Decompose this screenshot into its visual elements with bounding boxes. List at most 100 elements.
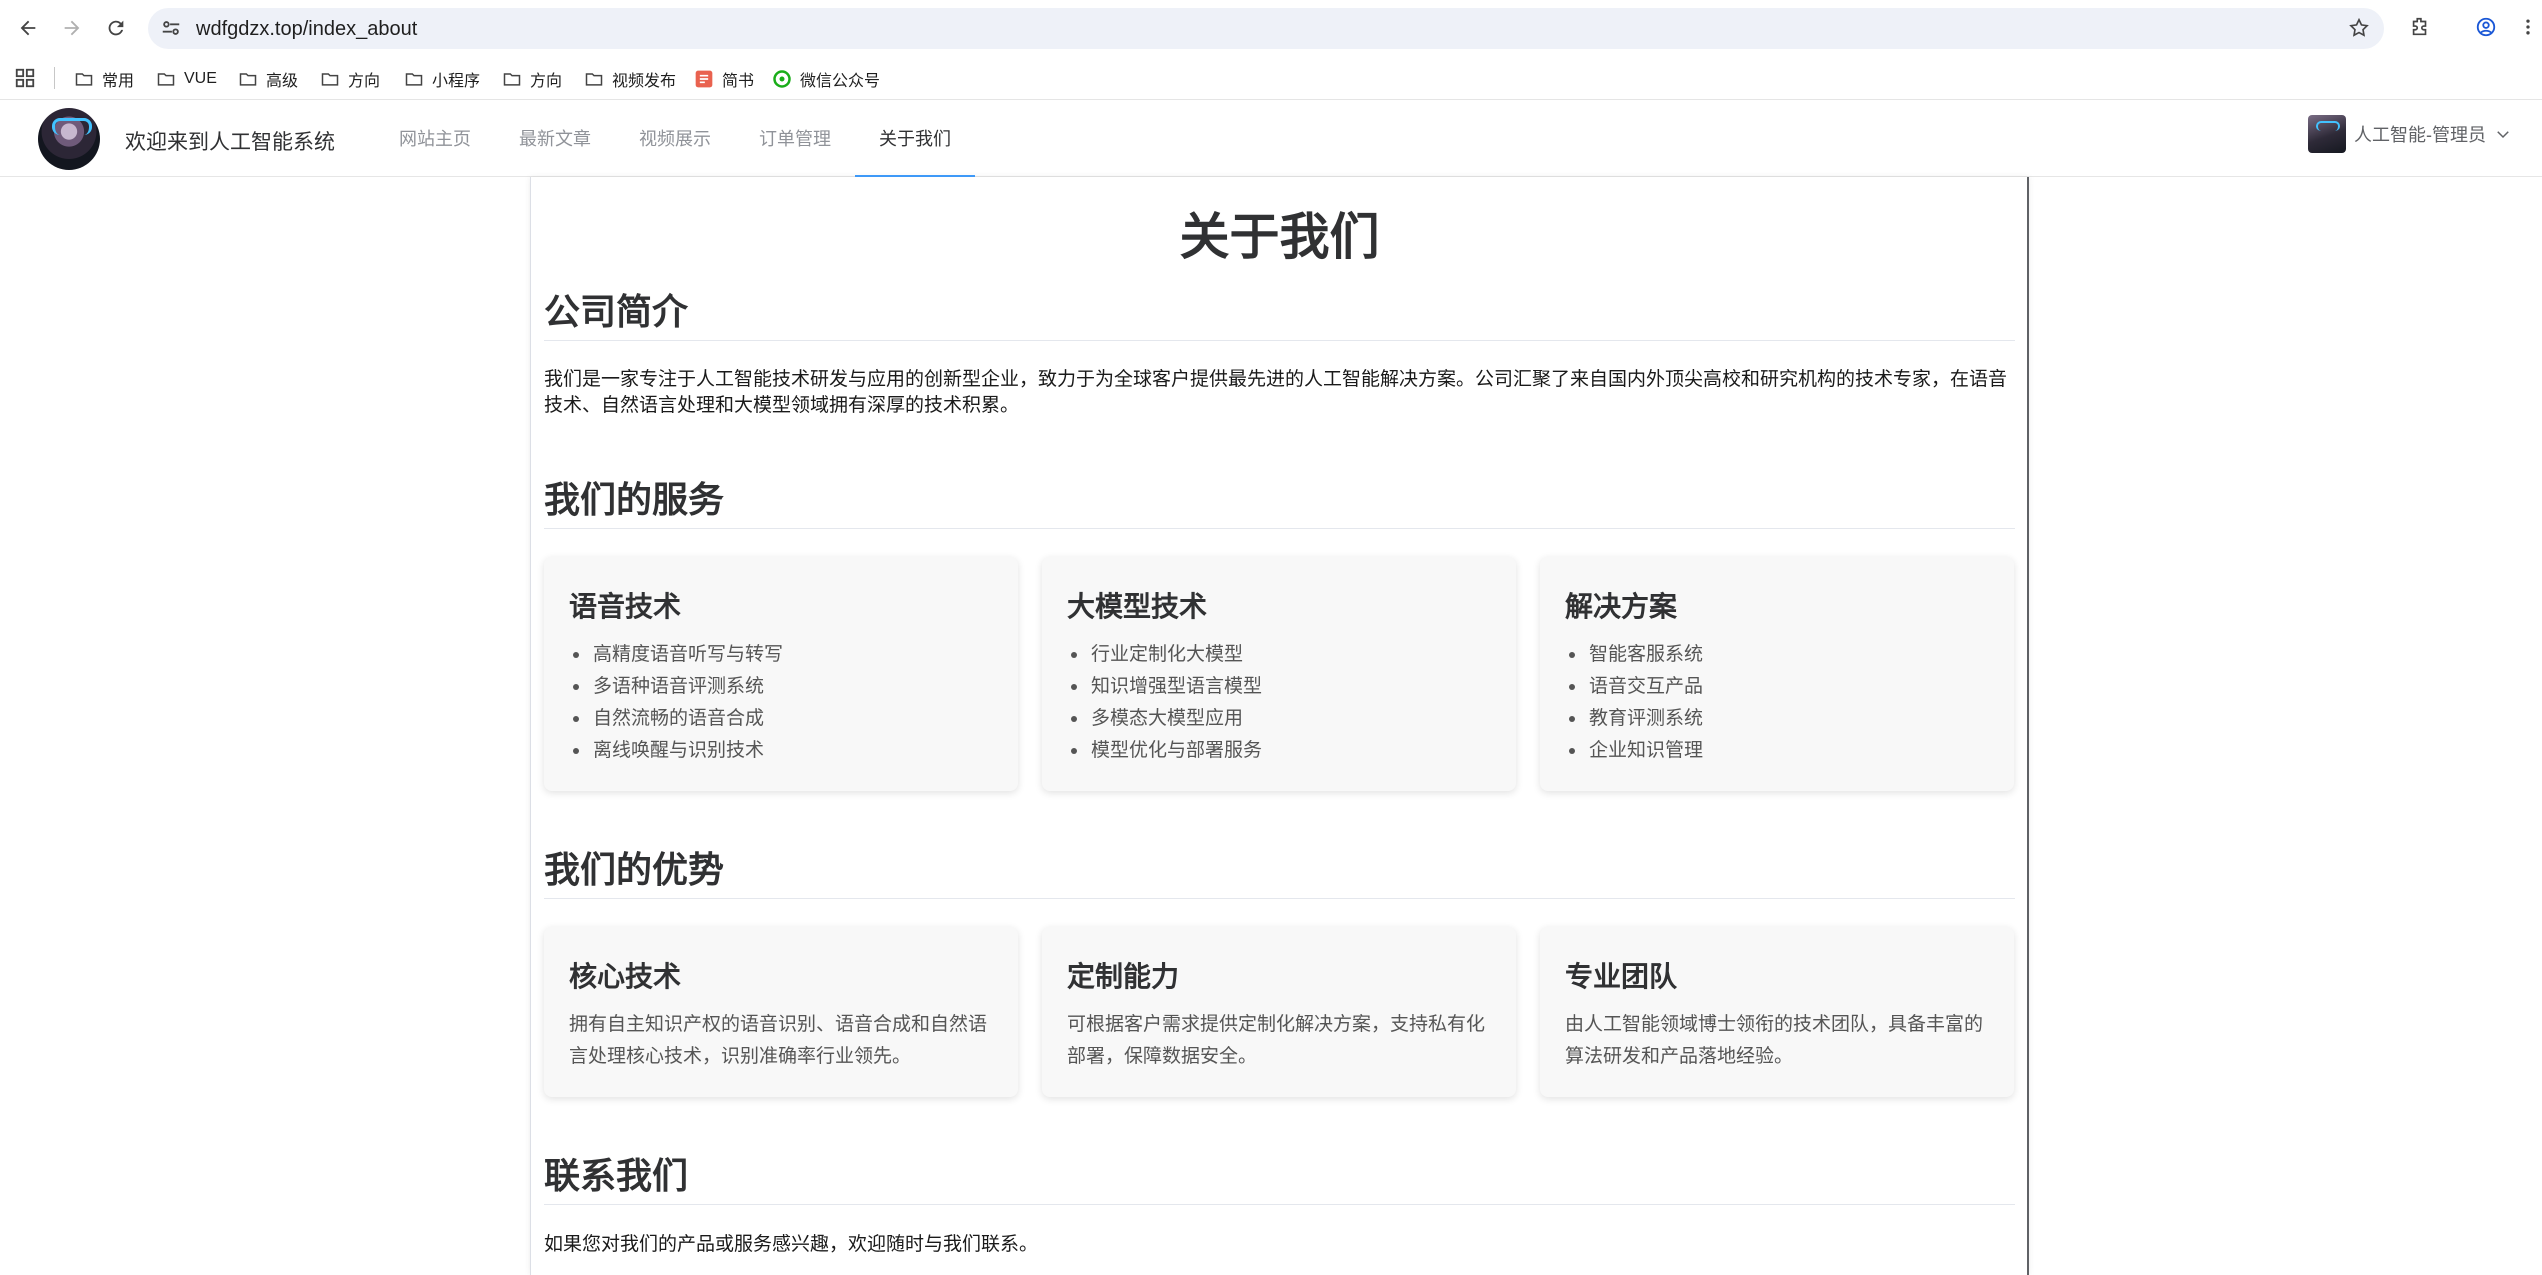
folder-icon	[503, 73, 521, 86]
back-button[interactable]	[10, 10, 46, 46]
card-title: 语音技术	[569, 591, 682, 622]
section-title-intro: 公司简介	[544, 291, 689, 332]
card-list: 智能客服系统 语音交互产品 教育评测系统 企业知识管理	[1565, 639, 1703, 767]
bookmark-label: 视频发布	[612, 73, 677, 90]
bookmarks-separator	[54, 67, 55, 89]
bookmark-label: 方向	[530, 73, 563, 90]
section-title-advantages: 我们的优势	[544, 849, 725, 890]
bookmark-star-icon[interactable]	[2348, 17, 2370, 39]
section-divider	[544, 340, 2015, 341]
list-item: 模型优化与部署服务	[1067, 735, 1262, 767]
url-text[interactable]: wdfgdzx.top/index_about	[196, 17, 417, 41]
bookmark-folder-4[interactable]: 方向	[320, 66, 380, 92]
service-card-solutions: 解决方案 智能客服系统 语音交互产品 教育评测系统 企业知识管理	[1540, 557, 2014, 791]
forward-button[interactable]	[54, 10, 90, 46]
card-title: 大模型技术	[1067, 591, 1208, 622]
bookmark-label: 方向	[348, 73, 381, 90]
card-title: 定制能力	[1067, 961, 1180, 992]
apps-grid-icon[interactable]	[14, 67, 36, 89]
puzzle-icon	[2412, 17, 2427, 36]
card-title: 解决方案	[1565, 591, 1678, 622]
card-list: 高精度语音听写与转写 多语种语音评测系统 自然流畅的语音合成 离线唤醒与识别技术	[569, 639, 783, 767]
advantage-card-core-tech: 核心技术 拥有自主知识产权的语音识别、语音合成和自然语言处理核心技术，识别准确率…	[544, 927, 1018, 1097]
service-card-llm: 大模型技术 行业定制化大模型 知识增强型语言模型 多模态大模型应用 模型优化与部…	[1042, 557, 1516, 791]
service-card-speech: 语音技术 高精度语音听写与转写 多语种语音评测系统 自然流畅的语音合成 离线唤醒…	[544, 557, 1018, 791]
bookmark-folder-6[interactable]: 方向	[502, 66, 562, 92]
folder-icon	[405, 73, 423, 86]
list-item: 高精度语音听写与转写	[569, 639, 783, 671]
page-title: 关于我们	[1179, 209, 1380, 265]
card-list: 行业定制化大模型 知识增强型语言模型 多模态大模型应用 模型优化与部署服务	[1067, 639, 1262, 767]
back-arrow-icon	[20, 20, 36, 36]
user-dropdown[interactable]: 人工智能-管理员	[2308, 114, 2512, 154]
bookmark-label: 小程序	[432, 73, 481, 90]
section-divider	[544, 898, 2015, 899]
section-title-contact: 联系我们	[544, 1155, 689, 1196]
site-settings-icon[interactable]	[160, 17, 182, 39]
menu-item-articles[interactable]: 最新文章	[495, 100, 615, 176]
card-description: 可根据客户需求提供定制化解决方案，支持私有化部署，保障数据安全。	[1067, 1014, 1486, 1067]
folder-icon	[75, 73, 93, 86]
list-item: 多语种语音评测系统	[569, 671, 783, 703]
list-item: 企业知识管理	[1565, 735, 1703, 767]
bookmarks-bar: 常用 VUE 高级 方向 小程序 方向 视频发布 简书 微信公众号	[0, 57, 2542, 100]
list-item: 教育评测系统	[1565, 703, 1703, 735]
list-item: 语音交互产品	[1565, 671, 1703, 703]
bookmark-folder-5[interactable]: 小程序	[404, 66, 480, 92]
reload-button[interactable]	[98, 10, 134, 46]
browser-menu-button[interactable]	[2518, 13, 2538, 41]
user-label: 人工智能-管理员	[2354, 125, 2486, 145]
advantage-card-customization: 定制能力 可根据客户需求提供定制化解决方案，支持私有化部署，保障数据安全。	[1042, 927, 1516, 1097]
menu-item-orders[interactable]: 订单管理	[735, 100, 855, 176]
browser-chrome: wdfgdzx.top/index_about 常用 VUE 高级 方向 小程序…	[0, 0, 2542, 100]
bookmark-folder-3[interactable]: 高级	[238, 66, 298, 92]
extensions-button[interactable]	[2406, 13, 2434, 41]
list-item: 知识增强型语言模型	[1067, 671, 1262, 703]
section-divider	[544, 528, 2015, 529]
section-title-services: 我们的服务	[544, 479, 725, 520]
profile-button[interactable]	[2472, 13, 2500, 41]
user-avatar	[2308, 115, 2346, 153]
list-item: 行业定制化大模型	[1067, 639, 1262, 671]
wechat-official-icon	[773, 70, 791, 88]
advantage-card-team: 专业团队 由人工智能领域博士领衔的技术团队，具备丰富的算法研发和产品落地经验。	[1540, 927, 2014, 1097]
folder-icon	[157, 73, 175, 86]
intro-paragraph: 我们是一家专注于人工智能技术研发与应用的创新型企业，致力于为全球客户提供最先进的…	[544, 369, 2008, 416]
jianshu-icon	[695, 70, 713, 88]
chevron-down-icon	[2497, 131, 2509, 139]
forward-arrow-icon	[64, 20, 80, 36]
site-header: 欢迎来到人工智能系统 网站主页 最新文章 视频展示 订单管理 关于我们 人工智能…	[0, 100, 2542, 177]
menu-item-home[interactable]: 网站主页	[375, 100, 495, 176]
bookmark-folder-2[interactable]: VUE	[156, 66, 217, 92]
list-item: 自然流畅的语音合成	[569, 703, 783, 735]
bookmark-folder-1[interactable]: 常用	[74, 66, 134, 92]
bookmark-label: 简书	[722, 73, 755, 90]
site-title: 欢迎来到人工智能系统	[125, 131, 335, 154]
bookmark-label: 常用	[102, 73, 135, 90]
contact-paragraph: 如果您对我们的产品或服务感兴趣，欢迎随时与我们联系。	[544, 1234, 1039, 1255]
card-title: 专业团队	[1565, 961, 1678, 992]
bookmark-wechat[interactable]: 微信公众号	[772, 66, 880, 92]
address-bar[interactable]: wdfgdzx.top/index_about	[148, 8, 2384, 49]
bookmark-jianshu[interactable]: 简书	[694, 66, 754, 92]
card-description: 由人工智能领域博士领衔的技术团队，具备丰富的算法研发和产品落地经验。	[1565, 1014, 1984, 1067]
reload-icon	[108, 20, 124, 36]
bookmark-folder-7[interactable]: 视频发布	[584, 66, 676, 92]
folder-icon	[585, 73, 603, 86]
menu-item-about[interactable]: 关于我们	[855, 100, 975, 177]
main-menu: 网站主页 最新文章 视频展示 订单管理 关于我们	[375, 100, 975, 177]
list-item: 多模态大模型应用	[1067, 703, 1262, 735]
card-description: 拥有自主知识产权的语音识别、语音合成和自然语言处理核心技术，识别准确率行业领先。	[569, 1014, 988, 1067]
site-logo-avatar[interactable]	[38, 108, 100, 170]
card-title: 核心技术	[569, 961, 682, 992]
bookmark-label: 高级	[266, 73, 299, 90]
folder-icon	[239, 73, 257, 86]
bookmark-label: VUE	[184, 70, 217, 87]
more-vertical-icon	[2526, 19, 2530, 35]
bookmark-label: 微信公众号	[800, 73, 881, 90]
section-divider	[544, 1204, 2015, 1205]
menu-item-videos[interactable]: 视频展示	[615, 100, 735, 176]
folder-icon	[321, 73, 339, 86]
browser-toolbar: wdfgdzx.top/index_about	[0, 0, 2542, 57]
list-item: 离线唤醒与识别技术	[569, 735, 783, 767]
